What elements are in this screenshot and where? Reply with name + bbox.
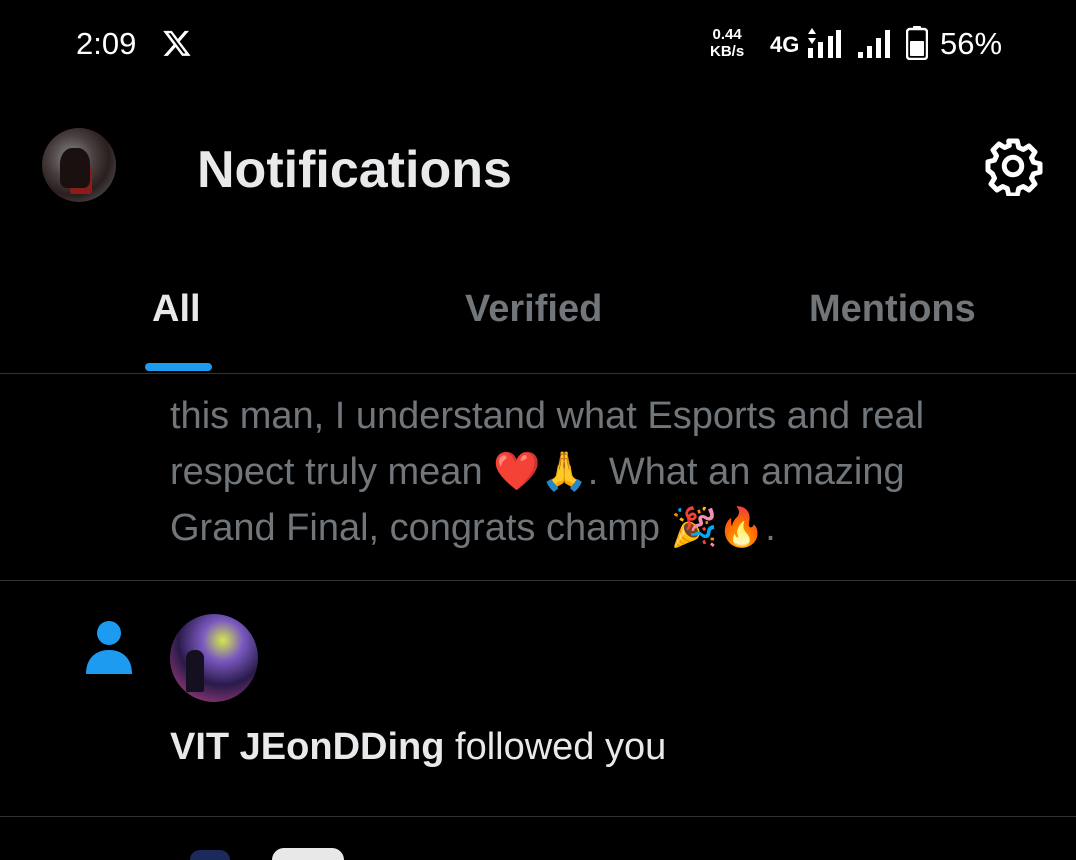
status-bar: 2:09 0.44 KB/s 4G 56% bbox=[0, 0, 1076, 90]
battery-icon bbox=[906, 26, 928, 60]
x-logo-icon bbox=[163, 30, 191, 56]
person-icon bbox=[86, 621, 132, 674]
tweet-snippet-text[interactable]: this man, I understand what Esports and … bbox=[170, 388, 1050, 556]
page-title: Notifications bbox=[197, 141, 512, 199]
active-tab-indicator bbox=[145, 363, 212, 371]
tweet-line: this man, I understand what Esports and … bbox=[170, 395, 925, 437]
signal-icon bbox=[808, 28, 841, 58]
tab-all[interactable]: All bbox=[152, 288, 201, 331]
notifications-header: Notifications bbox=[0, 90, 1076, 250]
follow-action: followed you bbox=[455, 726, 667, 768]
notification-tabs: All Verified Mentions bbox=[0, 270, 1076, 374]
next-notification-avatar bbox=[190, 850, 230, 860]
profile-avatar[interactable] bbox=[42, 128, 116, 202]
battery-percent: 56% bbox=[940, 26, 1003, 61]
tweet-line: respect truly mean ❤️🙏. What an amazing bbox=[170, 451, 905, 493]
network-speed: 0.44 KB/s bbox=[710, 26, 744, 60]
divider bbox=[0, 580, 1076, 581]
gear-icon[interactable] bbox=[983, 136, 1043, 196]
tweet-line: Grand Final, congrats champ 🎉🔥. bbox=[170, 507, 776, 549]
tab-verified[interactable]: Verified bbox=[465, 288, 602, 331]
network-speed-value: 0.44 bbox=[712, 26, 742, 43]
tab-mentions[interactable]: Mentions bbox=[809, 288, 976, 331]
network-type: 4G bbox=[770, 32, 800, 57]
follow-notification-text[interactable]: VIT JEonDDing followed you bbox=[170, 726, 666, 769]
follower-avatar[interactable] bbox=[170, 614, 258, 702]
follower-name[interactable]: VIT JEonDDing bbox=[170, 726, 444, 768]
status-time: 2:09 bbox=[76, 26, 137, 61]
signal-icon-2 bbox=[858, 30, 890, 58]
network-speed-unit: KB/s bbox=[710, 43, 745, 60]
next-notification-avatar-2 bbox=[272, 848, 344, 860]
divider bbox=[0, 816, 1076, 817]
